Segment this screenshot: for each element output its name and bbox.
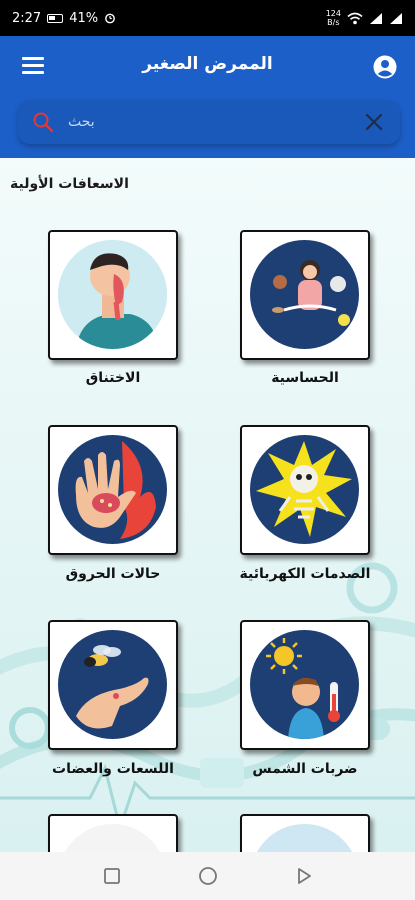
system-nav-bar <box>0 852 415 900</box>
card-stings-bites[interactable] <box>48 620 178 750</box>
card-label-allergy[interactable]: الحساسية <box>215 370 395 386</box>
electric-shock-illustration <box>250 435 359 544</box>
content-area: الاسعافات الأولية الحساسية الاختناق الصد… <box>0 158 415 852</box>
search-icon[interactable] <box>32 111 54 133</box>
section-title: الاسعافات الأولية <box>10 176 129 192</box>
card-label-burns[interactable]: حالات الحروق <box>23 566 203 582</box>
account-circle-icon[interactable] <box>373 55 397 79</box>
sunstroke-illustration <box>250 630 359 739</box>
app-title: الممرض الصغير <box>142 54 273 74</box>
card-partial-right[interactable] <box>240 814 370 852</box>
card-label-electric-shock[interactable]: الصدمات الكهربائية <box>215 566 395 582</box>
circle-home-icon[interactable] <box>195 863 221 889</box>
card-burns[interactable] <box>48 425 178 555</box>
network-speed-unit: B/s <box>327 18 340 27</box>
network-speed-value: 124 <box>325 9 341 18</box>
triangle-back-icon[interactable] <box>291 863 317 889</box>
card-label-stings-bites[interactable]: اللسعات والعضات <box>23 761 203 777</box>
search-bar <box>18 100 400 144</box>
status-left: 2:27 41% <box>12 11 116 26</box>
burn-hand-illustration <box>58 435 167 544</box>
signal-icon <box>370 12 382 24</box>
card-label-choking[interactable]: الاختناق <box>23 370 203 386</box>
card-electric-shock[interactable] <box>240 425 370 555</box>
alarm-icon <box>105 13 116 24</box>
status-bar: 2:27 41% 124 B/s <box>0 0 415 36</box>
search-input[interactable] <box>68 106 318 138</box>
battery-icon <box>47 13 64 23</box>
insect-sting-illustration <box>58 630 167 739</box>
card-allergy[interactable] <box>240 230 370 360</box>
network-speed: 124 B/s <box>326 9 341 27</box>
card-choking[interactable] <box>48 230 178 360</box>
partial-illustration-left <box>58 824 167 852</box>
close-icon[interactable] <box>364 112 384 132</box>
partial-illustration-right <box>250 824 359 852</box>
app-bar: الممرض الصغير <box>0 36 415 158</box>
allergy-illustration <box>250 240 359 349</box>
battery-percent: 41% <box>69 10 99 26</box>
square-recents-icon[interactable] <box>99 863 125 889</box>
status-time: 2:27 <box>12 10 42 26</box>
wifi-icon <box>347 12 363 24</box>
signal-icon-2 <box>390 12 402 24</box>
choking-illustration <box>58 240 167 349</box>
status-right: 124 B/s <box>326 9 403 27</box>
card-partial-left[interactable] <box>48 814 178 852</box>
card-label-sunstroke[interactable]: ضربات الشمس <box>215 761 395 777</box>
card-sunstroke[interactable] <box>240 620 370 750</box>
